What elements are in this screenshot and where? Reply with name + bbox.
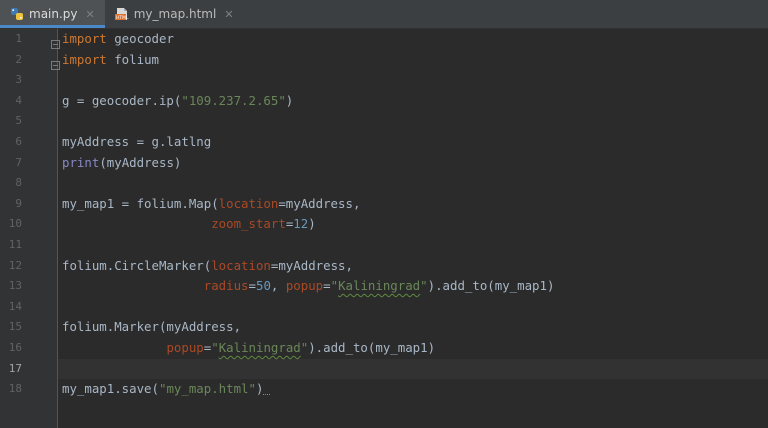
svg-text:HTML: HTML	[116, 15, 129, 21]
tab-main-py[interactable]: main.py ✕	[0, 0, 105, 28]
code-text: )	[255, 381, 264, 397]
code-text: =myAddress,	[278, 195, 361, 211]
close-icon[interactable]: ✕	[224, 9, 233, 20]
code-line-6: myAddress = g.latlng	[62, 132, 211, 153]
code-line-10: zoom_start=12)	[62, 214, 316, 235]
python-file-icon	[10, 7, 24, 21]
code-editor[interactable]: import geocoder import folium g = geocod…	[58, 29, 768, 428]
code-text: myAddress = g.latlng	[62, 134, 212, 149]
line-number: 13	[8, 279, 22, 293]
number-literal: 12	[293, 216, 309, 232]
line-number: 10	[8, 217, 22, 231]
keyword-argument: location	[218, 195, 279, 211]
code-line-13: radius=50, popup="Kaliningrad").add_to(m…	[62, 276, 555, 297]
line-number: 1	[15, 32, 22, 45]
current-line-highlight	[58, 358, 768, 380]
code-text: my_map1 = folium.Map(	[62, 195, 219, 211]
code-text: )	[308, 216, 316, 232]
code-text: =myAddress,	[270, 257, 353, 273]
line-number: 18	[8, 382, 22, 396]
code-line-9: my_map1 = folium.Map(location=myAddress,	[62, 194, 360, 215]
editor-tab-bar: main.py ✕ HTML my_map.html ✕	[0, 0, 768, 29]
code-text: =	[323, 278, 331, 294]
builtin-function: print	[62, 154, 100, 170]
code-line-1: import geocoder	[62, 29, 174, 50]
line-number: 12	[8, 258, 22, 272]
code-line-7: print(myAddress)	[62, 153, 181, 174]
code-line-4: g = geocoder.ip("109.237.2.65")	[62, 91, 293, 112]
code-text: folium.CircleMarker(	[62, 257, 212, 273]
code-line-18: my_map1.save("my_map.html")	[62, 379, 271, 400]
code-text: geocoder	[106, 31, 174, 46]
line-number: 2	[15, 52, 22, 66]
line-number: 9	[15, 196, 22, 210]
close-icon[interactable]: ✕	[86, 9, 95, 20]
string-quote: "	[330, 278, 339, 294]
code-text: ).add_to(my_map1)	[308, 340, 436, 355]
tab-label: my_map.html	[133, 7, 217, 21]
keyword-argument: radius	[203, 278, 249, 294]
string-quote: "	[420, 278, 428, 294]
line-number-gutter[interactable]: 1 2 3 4 5 6 7 8 9 10 11 12 13 14 15 16 1…	[0, 29, 60, 428]
string-literal-spellcheck: Kaliningrad	[218, 340, 301, 355]
code-text: =	[248, 278, 256, 294]
tab-label: main.py	[29, 7, 78, 21]
keyword-argument: location	[211, 257, 271, 273]
string-literal: "my_map.html"	[158, 381, 256, 397]
line-number: 7	[15, 155, 22, 169]
string-literal-spellcheck: Kaliningrad	[338, 278, 421, 294]
line-number: 3	[15, 73, 22, 87]
code-text: ,	[270, 278, 286, 294]
html-file-icon: HTML	[114, 7, 129, 21]
ide-window: main.py ✕ HTML my_map.html ✕ 1 2 3 4 5 6…	[0, 0, 768, 428]
code-line-15: folium.Marker(myAddress,	[62, 317, 241, 338]
code-line-16: popup="Kaliningrad").add_to(my_map1)	[62, 338, 435, 359]
missing-newline-warning	[263, 390, 271, 396]
code-line-12: folium.CircleMarker(location=myAddress,	[62, 256, 353, 277]
keyword-argument: popup	[166, 340, 204, 355]
line-number: 8	[15, 176, 22, 190]
keyword-argument: zoom_start	[211, 216, 286, 232]
line-number: 16	[8, 341, 22, 354]
code-line-2: import folium	[62, 50, 159, 71]
string-literal: "109.237.2.65"	[181, 92, 286, 108]
line-number: 14	[8, 299, 22, 313]
number-literal: 50	[255, 278, 271, 294]
string-quote: "	[211, 340, 219, 355]
code-text: g = geocoder.ip(	[62, 92, 182, 108]
code-text: ).add_to(my_map1)	[427, 278, 555, 294]
code-text: my_map1.save(	[62, 381, 159, 397]
keyword: import	[62, 51, 107, 67]
code-text: (myAddress)	[99, 154, 182, 170]
keyword-argument: popup	[285, 278, 324, 294]
keyword: import	[62, 31, 107, 46]
tab-my-map-html[interactable]: HTML my_map.html ✕	[105, 0, 244, 28]
line-number: 11	[8, 238, 22, 251]
code-text: )	[285, 92, 294, 108]
code-text: folium	[106, 51, 159, 67]
line-number: 6	[15, 135, 22, 148]
line-number: 4	[15, 93, 22, 107]
code-text: folium.Marker(myAddress,	[62, 319, 242, 335]
line-number: 15	[8, 320, 22, 334]
line-number-current: 17	[8, 361, 22, 375]
line-number: 5	[15, 114, 22, 128]
